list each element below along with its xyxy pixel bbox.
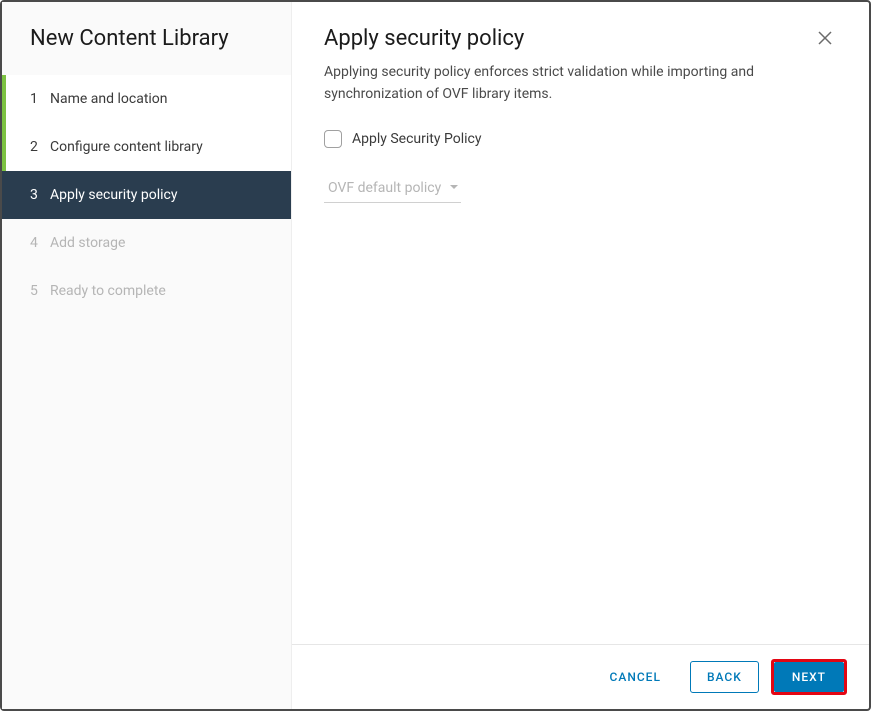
step-label: Apply security policy: [50, 187, 177, 203]
wizard-footer: CANCEL BACK NEXT: [292, 644, 869, 709]
step-label: Ready to complete: [50, 283, 166, 299]
apply-policy-checkbox[interactable]: [324, 130, 342, 148]
main-header: Apply security policy: [292, 2, 869, 61]
page-description: Applying security policy enforces strict…: [292, 61, 869, 130]
chevron-down-icon: [449, 180, 459, 196]
wizard-title: New Content Library: [2, 26, 291, 75]
step-label: Add storage: [50, 235, 125, 251]
policy-dropdown-value: OVF default policy: [328, 180, 441, 196]
next-button[interactable]: NEXT: [774, 662, 844, 692]
step-configure-library[interactable]: 2 Configure content library: [2, 123, 291, 171]
step-number: 1: [30, 91, 50, 107]
policy-dropdown: OVF default policy: [324, 176, 461, 203]
next-button-highlight: NEXT: [771, 659, 847, 695]
cancel-button[interactable]: CANCEL: [593, 661, 678, 693]
step-apply-security[interactable]: 3 Apply security policy: [2, 171, 291, 219]
step-number: 5: [30, 283, 50, 299]
step-ready-complete: 5 Ready to complete: [2, 267, 291, 315]
dialog-body: New Content Library 1 Name and location …: [2, 2, 869, 709]
spacer: [292, 203, 869, 644]
apply-policy-row: Apply Security Policy: [324, 130, 837, 148]
apply-policy-label: Apply Security Policy: [352, 131, 481, 147]
step-label: Configure content library: [50, 139, 203, 155]
form-area: Apply Security Policy OVF default policy: [292, 130, 869, 203]
step-add-storage: 4 Add storage: [2, 219, 291, 267]
page-title: Apply security policy: [324, 26, 524, 51]
main-panel: Apply security policy Applying security …: [292, 2, 869, 709]
wizard-sidebar: New Content Library 1 Name and location …: [2, 2, 292, 709]
step-number: 4: [30, 235, 50, 251]
step-name-location[interactable]: 1 Name and location: [2, 75, 291, 123]
back-button[interactable]: BACK: [690, 661, 759, 693]
step-number: 2: [30, 139, 50, 155]
wizard-steps: 1 Name and location 2 Configure content …: [2, 75, 291, 315]
step-number: 3: [30, 187, 50, 203]
step-label: Name and location: [50, 91, 168, 107]
wizard-dialog: New Content Library 1 Name and location …: [0, 0, 871, 711]
close-icon[interactable]: [813, 26, 837, 50]
